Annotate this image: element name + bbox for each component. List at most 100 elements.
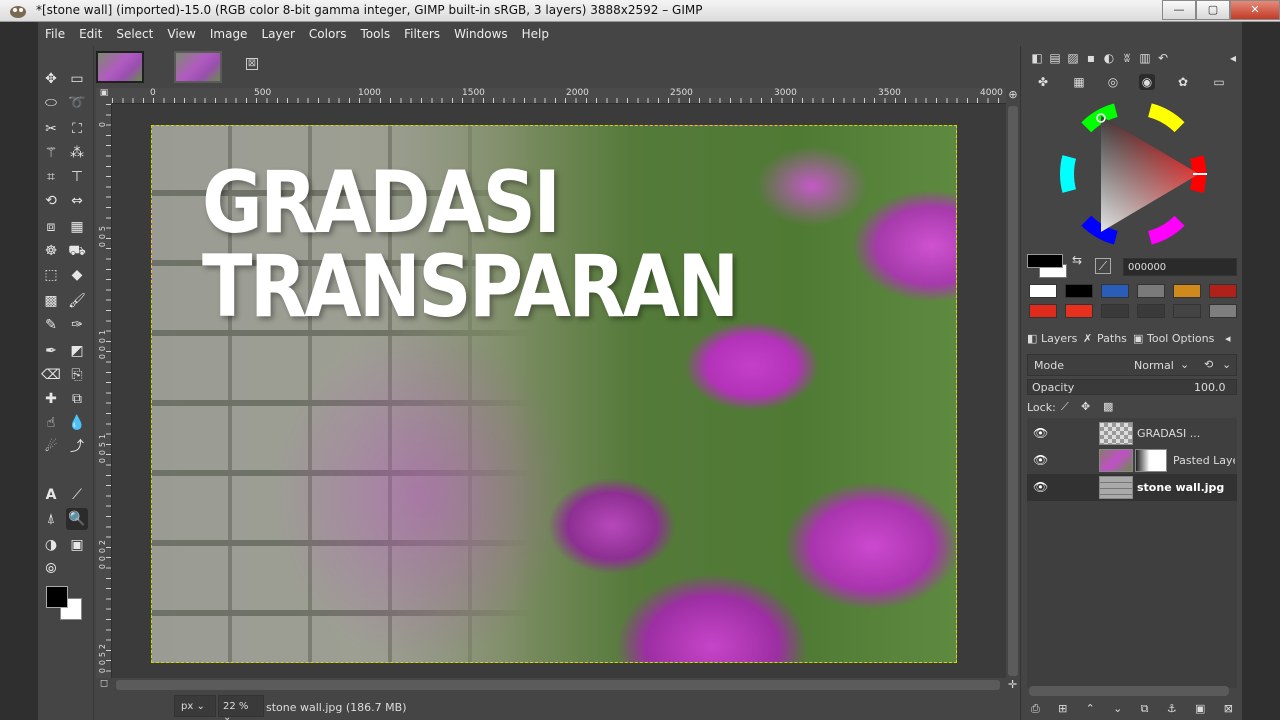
- palette-swatch[interactable]: [1029, 284, 1057, 298]
- layer-row[interactable]: 👁 Pasted Laye: [1027, 447, 1237, 474]
- menu-windows[interactable]: Windows: [447, 27, 515, 41]
- zoom-select[interactable]: 22 % ⌄: [218, 695, 264, 720]
- palette-swatch[interactable]: [1101, 284, 1129, 298]
- lock-alpha-icon[interactable]: ▩: [1103, 400, 1113, 413]
- ink-tool-icon[interactable]: ✒: [40, 340, 62, 362]
- palette-swatch[interactable]: [1065, 284, 1093, 298]
- text-tool-icon[interactable]: A: [40, 484, 62, 506]
- new-layer-icon[interactable]: ⎙: [1031, 702, 1040, 716]
- layer-name[interactable]: stone wall.jpg: [1137, 481, 1235, 494]
- horizontal-scroll-thumb[interactable]: [116, 680, 1000, 690]
- tab-tool-options[interactable]: Tool Options: [1147, 332, 1214, 345]
- dodge-burn-tool-icon[interactable]: ☄: [40, 436, 62, 458]
- wheel-selector-icon[interactable]: ◉: [1139, 74, 1155, 90]
- butterfly-icon[interactable]: ʬ: [1119, 50, 1135, 66]
- zoom-tool-icon[interactable]: 🔍: [66, 508, 88, 530]
- palette-swatch[interactable]: [1209, 284, 1237, 298]
- horizontal-scrollbar[interactable]: [112, 678, 1006, 692]
- airbrush-tool-icon[interactable]: ✑: [66, 314, 88, 336]
- lower-layer-icon[interactable]: ⌄: [1113, 702, 1122, 716]
- opacity-value[interactable]: 100.0: [1194, 381, 1226, 394]
- scales-selector-icon[interactable]: ◎: [1105, 74, 1121, 90]
- lock-pixels-icon[interactable]: ⟋: [1061, 400, 1069, 414]
- eyedropper-icon[interactable]: ⟋: [1095, 258, 1111, 274]
- layers-scrollbar[interactable]: [1029, 686, 1229, 696]
- composite-mode-icon[interactable]: ⟲: [1204, 358, 1213, 371]
- menu-edit[interactable]: Edit: [72, 27, 109, 41]
- image-map-tool-icon[interactable]: ▣: [66, 534, 88, 556]
- align-tool-icon[interactable]: ⊤: [66, 166, 88, 188]
- minimize-button[interactable]: —: [1162, 0, 1196, 20]
- smudge-tool-icon[interactable]: ☝: [40, 412, 62, 434]
- maximize-button[interactable]: ▢: [1196, 0, 1230, 20]
- eye-icon[interactable]: 👁: [1033, 453, 1051, 467]
- path-tool-icon[interactable]: ⤴: [66, 436, 88, 458]
- unified-transform-tool-icon[interactable]: ⧈: [40, 216, 62, 238]
- levels-tool-icon[interactable]: ◑: [40, 534, 62, 556]
- warp-tool-icon[interactable]: ☸: [40, 240, 62, 262]
- close-window-button[interactable]: ✕: [1230, 0, 1280, 20]
- layer-name[interactable]: GRADASI ...: [1137, 427, 1233, 440]
- menu-filters[interactable]: Filters: [397, 27, 447, 41]
- menu-tools[interactable]: Tools: [354, 27, 398, 41]
- move-tool-icon[interactable]: ✥: [40, 68, 62, 90]
- color-select-tool-icon[interactable]: ⁂: [66, 142, 88, 164]
- eye-icon[interactable]: 👁: [1033, 426, 1051, 440]
- menu-colors[interactable]: Colors: [302, 27, 354, 41]
- close-image-tab-icon[interactable]: ⊠: [246, 58, 258, 70]
- pencil-tool-icon[interactable]: ✎: [40, 314, 62, 336]
- perspective-clone-tool-icon[interactable]: ⧉: [66, 388, 88, 410]
- pattern-icon[interactable]: ▨: [1065, 50, 1081, 66]
- eye-icon[interactable]: 👁: [1033, 480, 1051, 494]
- menu-image[interactable]: Image: [203, 27, 255, 41]
- new-layer-group-icon[interactable]: ⊞: [1058, 702, 1067, 716]
- duplicate-layer-icon[interactable]: ⧉: [1141, 702, 1149, 716]
- opacity-slider[interactable]: Opacity 100.0: [1027, 379, 1237, 395]
- dock-menu-icon[interactable]: ◂: [1225, 50, 1241, 66]
- free-select-tool-icon[interactable]: ➰: [66, 92, 88, 114]
- image-tab-stone-wall[interactable]: [96, 51, 144, 83]
- layer-mask-thumbnail[interactable]: [1135, 449, 1167, 472]
- palette-swatch[interactable]: [1209, 304, 1237, 318]
- gradient-icon[interactable]: ▤: [1047, 50, 1063, 66]
- dock-fg-bg-swatches[interactable]: [1027, 254, 1067, 280]
- dynamics-icon[interactable]: ◐: [1101, 50, 1117, 66]
- rect-select-tool-icon[interactable]: ▭: [66, 68, 88, 90]
- layer-name[interactable]: Pasted Laye: [1173, 454, 1235, 467]
- watercolor-selector-icon[interactable]: ✿: [1175, 74, 1191, 90]
- palette-swatch[interactable]: [1029, 304, 1057, 318]
- hex-color-input[interactable]: 000000: [1123, 258, 1237, 276]
- raise-layer-icon[interactable]: ⌃: [1086, 702, 1095, 716]
- crop-scissors-tool-icon[interactable]: ✂: [40, 118, 62, 140]
- tabs-menu-icon[interactable]: ◂: [1225, 332, 1231, 345]
- lock-position-icon[interactable]: ✥: [1081, 400, 1090, 413]
- palette-swatch[interactable]: [1065, 304, 1093, 318]
- foreground-select-tool-icon[interactable]: ⛶: [66, 118, 88, 140]
- vertical-scroll-thumb[interactable]: [1008, 106, 1018, 676]
- curves-tool-icon[interactable]: ⦾: [40, 558, 62, 580]
- chevron-down-icon[interactable]: ⌄: [1180, 358, 1189, 371]
- hsv-triangle[interactable]: [1057, 98, 1209, 250]
- tab-layers[interactable]: Layers: [1041, 332, 1077, 345]
- gradient-tool-icon[interactable]: ▩: [40, 290, 62, 312]
- mask-layer-icon[interactable]: ▣: [1195, 702, 1205, 716]
- clone-tool-icon[interactable]: ⎘: [66, 364, 88, 386]
- cage-tool-icon[interactable]: ▦: [66, 216, 88, 238]
- measure-tool-icon[interactable]: ⍋: [40, 508, 62, 530]
- image-canvas[interactable]: GRADASI TRANSPARAN: [151, 125, 957, 663]
- ellipse-select-tool-icon[interactable]: ⬭: [40, 92, 62, 114]
- horizontal-ruler[interactable]: 0 500 1000 1500 2000 2500 3000 3500 4000: [112, 88, 1006, 104]
- heal-tool-icon[interactable]: ✚: [40, 388, 62, 410]
- palette-swatch[interactable]: [1137, 284, 1165, 298]
- brush-icon[interactable]: ▪: [1083, 50, 1099, 66]
- bucket-fill-tool-icon[interactable]: ⛟: [66, 240, 88, 262]
- dock-fg-swatch[interactable]: [1027, 254, 1063, 268]
- fg-bg-icon[interactable]: ◧: [1029, 50, 1045, 66]
- zoom-image-icon[interactable]: ⊕: [1006, 88, 1020, 104]
- chevron-down-icon[interactable]: ⌄: [1222, 358, 1231, 371]
- fg-bg-colors[interactable]: [46, 586, 86, 622]
- mypaint-brush-tool-icon[interactable]: ◩: [66, 340, 88, 362]
- menu-layer[interactable]: Layer: [254, 27, 301, 41]
- fuzzy-select-tool-icon[interactable]: ⚚: [40, 142, 62, 164]
- vertical-scrollbar[interactable]: [1006, 104, 1020, 678]
